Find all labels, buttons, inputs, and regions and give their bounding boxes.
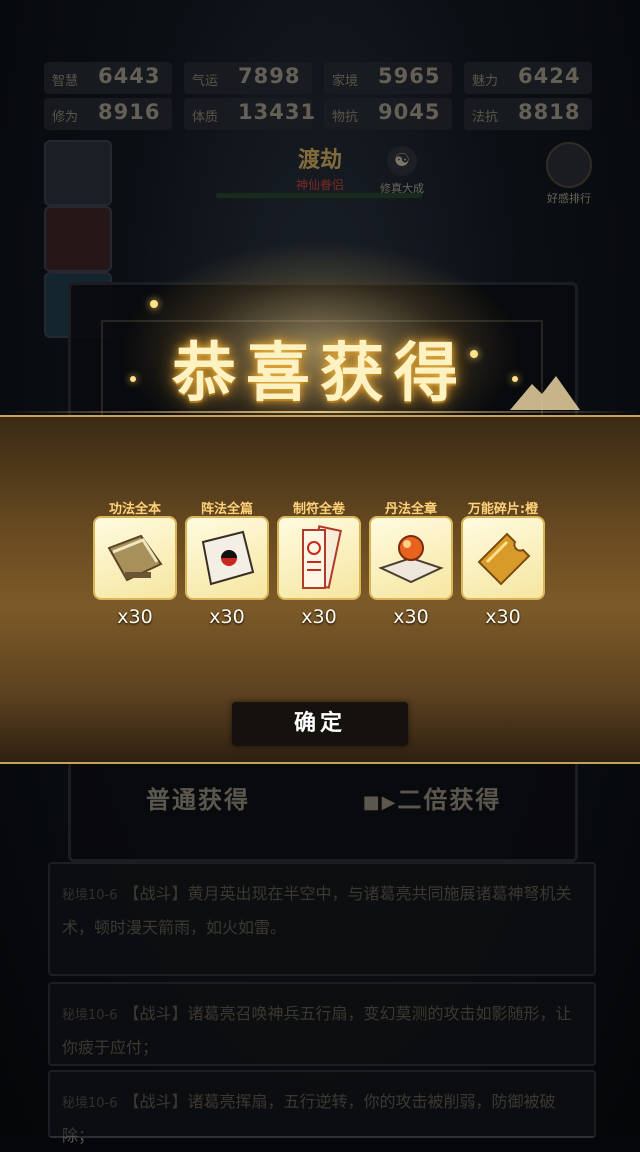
item-qty: x30 [485,606,521,628]
reward-item[interactable]: 功法全本 x30 [92,498,178,628]
item-name: 万能碎片:橙 [467,502,539,517]
item-name: 阵法全篇 [200,502,253,517]
band-top-line [0,411,640,413]
item-qty: x30 [209,606,245,628]
charm-papers-icon [277,516,361,600]
reward-item[interactable]: 丹法全章 x30 [368,498,454,628]
item-name: 丹法全章 [384,502,437,517]
sparkle [150,300,158,308]
puzzle-fragment-icon [461,516,545,600]
item-qty: x30 [393,606,429,628]
scroll-book-icon [93,516,177,600]
item-name: 制符全卷 [292,502,345,517]
item-qty: x30 [117,606,153,628]
item-name: 功法全本 [108,502,161,517]
reward-item[interactable]: 阵法全篇 x30 [184,498,270,628]
mountain-decoration [510,376,580,410]
item-qty: x30 [301,606,337,628]
confirm-button[interactable]: 确定 [232,702,408,746]
reward-item[interactable]: 万能碎片:橙 x30 [460,498,546,628]
talisman-paper-icon [185,516,269,600]
reward-item[interactable]: 制符全卷 x30 [276,498,362,628]
elixir-book-icon [369,516,453,600]
